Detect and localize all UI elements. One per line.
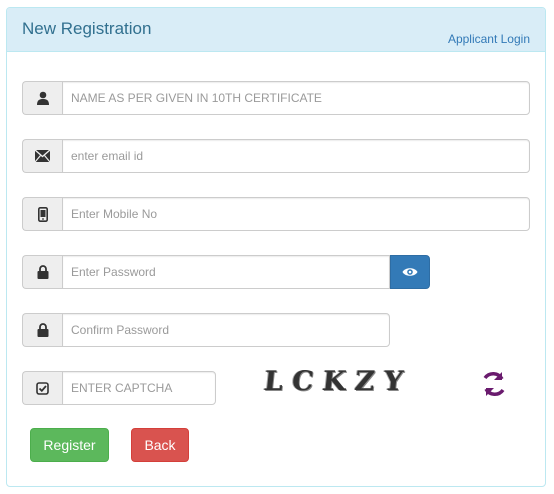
mobile-input[interactable] — [62, 197, 530, 231]
email-input[interactable] — [62, 139, 530, 173]
applicant-login-link[interactable]: Applicant Login — [448, 32, 530, 46]
name-row — [22, 81, 530, 115]
user-icon — [22, 81, 62, 115]
captcha-text: LCKZY — [263, 365, 413, 397]
confirm-password-input[interactable] — [62, 313, 390, 347]
page-title: New Registration — [22, 19, 152, 38]
show-password-button[interactable] — [390, 255, 430, 289]
phone-icon — [22, 197, 62, 231]
panel-heading: New Registration Applicant Login — [7, 8, 545, 52]
register-button[interactable]: Register — [30, 428, 109, 462]
eye-icon — [402, 268, 418, 276]
lock-icon — [22, 313, 62, 347]
envelope-icon — [22, 139, 62, 173]
password-row — [22, 255, 430, 289]
name-input[interactable] — [62, 81, 530, 115]
email-row — [22, 139, 530, 173]
password-input[interactable] — [62, 255, 390, 289]
captcha-image: LCKZY — [263, 362, 413, 400]
mobile-row — [22, 197, 530, 231]
registration-panel: New Registration Applicant Login — [6, 7, 546, 487]
captcha-input[interactable] — [62, 371, 216, 405]
lock-icon — [22, 255, 62, 289]
captcha-row — [22, 371, 216, 405]
refresh-captcha-icon[interactable] — [479, 369, 509, 399]
back-button[interactable]: Back — [131, 428, 189, 462]
confirm-password-row — [22, 313, 390, 347]
check-square-icon — [22, 371, 62, 405]
